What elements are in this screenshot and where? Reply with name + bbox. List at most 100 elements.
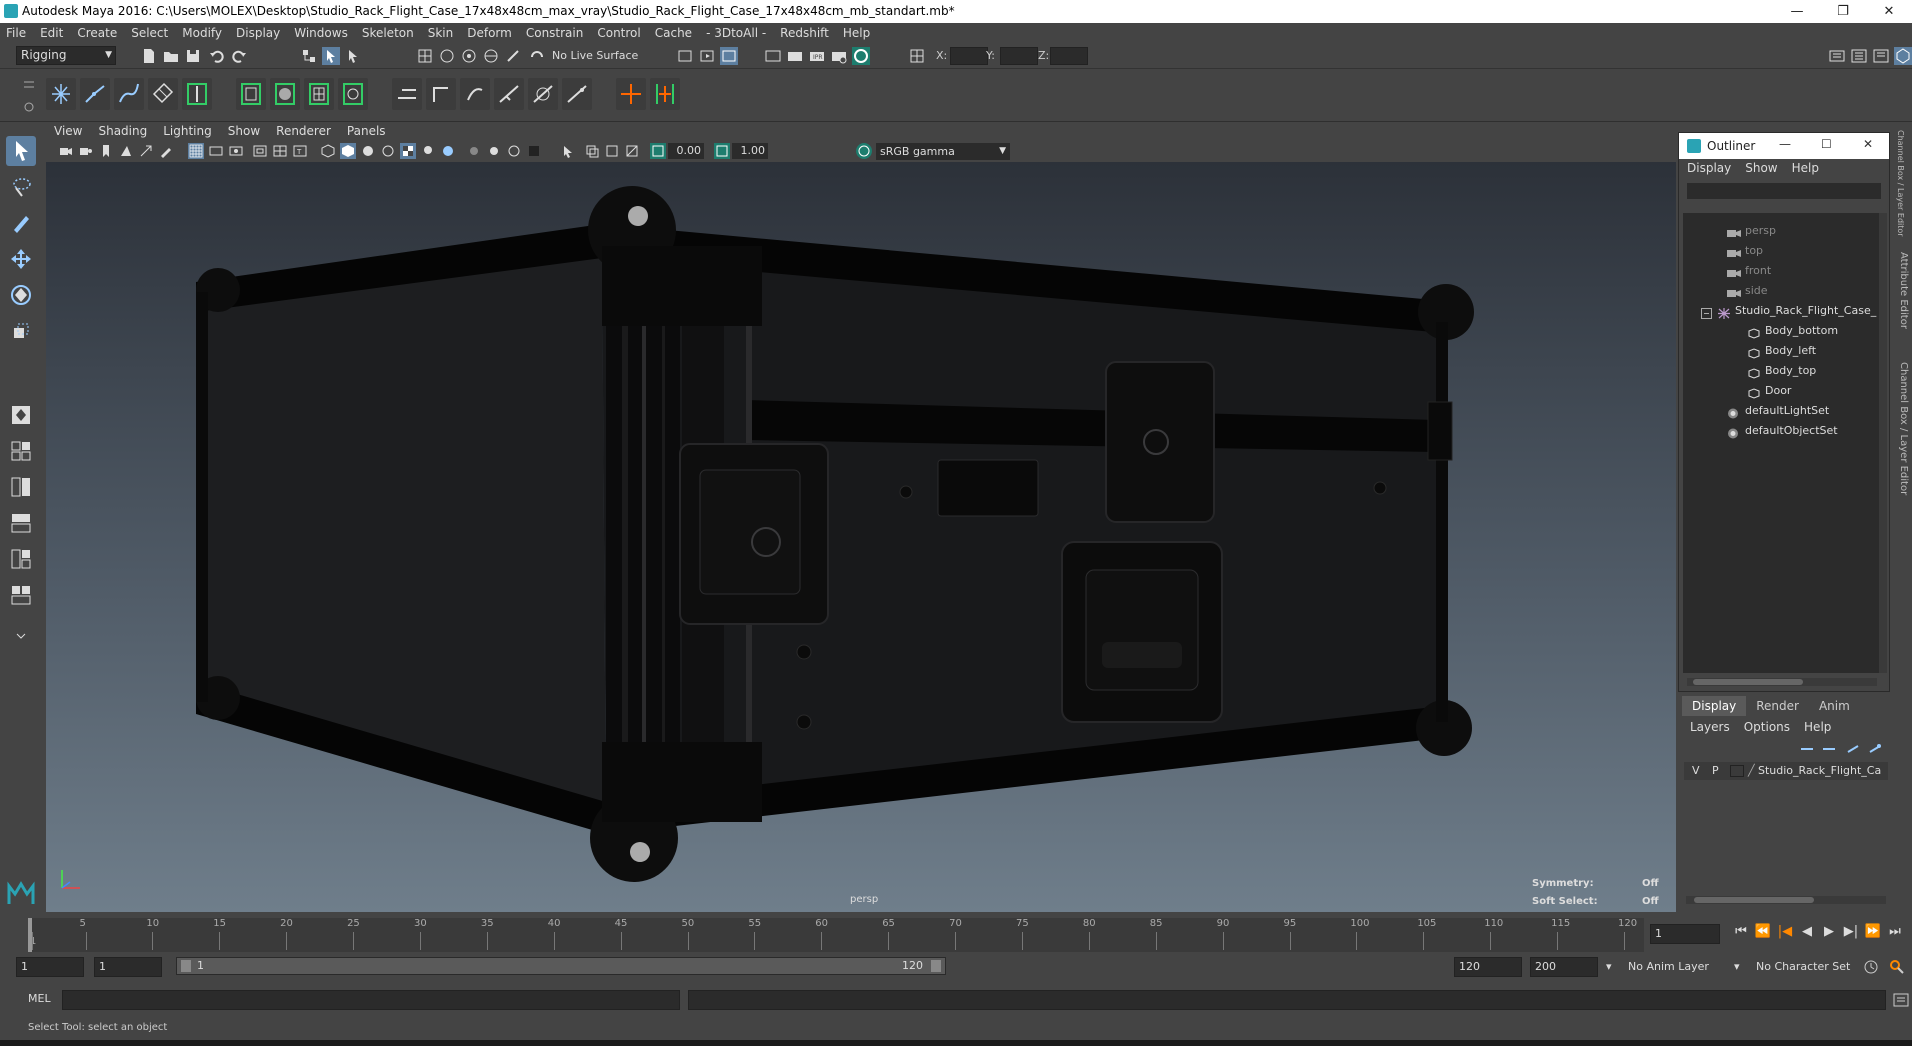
- outliner-search-input[interactable]: [1687, 183, 1881, 199]
- hypershade-layout-button[interactable]: [6, 544, 36, 574]
- channel-box-layer-editor-tab[interactable]: Channel Box / Layer Editor: [1898, 362, 1909, 495]
- pole-vector-button[interactable]: [562, 78, 592, 110]
- motion-blur-icon[interactable]: [486, 143, 502, 159]
- mel-label[interactable]: MEL: [28, 992, 51, 1005]
- snap-live-icon[interactable]: [504, 47, 522, 65]
- outliner-close-icon[interactable]: ✕: [1863, 137, 1873, 151]
- tab-anim-layers[interactable]: Anim: [1809, 696, 1860, 716]
- field-chart-icon[interactable]: [272, 143, 288, 159]
- menu-deform[interactable]: Deform: [467, 26, 512, 40]
- play-backwards-button[interactable]: ◀: [1796, 924, 1818, 939]
- gamma-icon[interactable]: [714, 143, 730, 159]
- layer-menu-layers[interactable]: Layers: [1690, 720, 1730, 734]
- xray-joints-icon[interactable]: [624, 143, 640, 159]
- render-settings-icon[interactable]: [830, 47, 848, 65]
- outliner-menu-display[interactable]: Display: [1687, 161, 1731, 179]
- attribute-editor-toggle-icon[interactable]: [1850, 47, 1868, 65]
- single-perspective-layout-button[interactable]: [6, 400, 36, 430]
- layer-color-swatch[interactable]: [1730, 765, 1744, 777]
- range-start-handle[interactable]: [181, 960, 191, 972]
- maya-home-icon[interactable]: [6, 878, 36, 908]
- default-material-icon[interactable]: [360, 143, 376, 159]
- mel-command-input[interactable]: [62, 990, 680, 1010]
- save-scene-icon[interactable]: [184, 47, 202, 65]
- select-tool-button[interactable]: [6, 136, 36, 166]
- lasso-tool-button[interactable]: [6, 172, 36, 202]
- tool-settings-toggle-icon[interactable]: [1872, 47, 1890, 65]
- new-layer-from-selection-icon[interactable]: [1866, 740, 1882, 756]
- scale-tool-button[interactable]: [6, 316, 36, 346]
- anim-layer-chevron-icon[interactable]: ▾: [1606, 957, 1612, 977]
- gate-mask-icon[interactable]: [252, 143, 268, 159]
- menu-set-select[interactable]: Rigging ▼: [16, 46, 116, 65]
- persp-graph-layout-button[interactable]: [6, 508, 36, 538]
- step-forward-key-button[interactable]: ⏩: [1862, 924, 1884, 939]
- input-ops-icon[interactable]: [676, 47, 694, 65]
- outliner-minimize-icon[interactable]: —: [1779, 137, 1791, 151]
- joint-tool-button[interactable]: [46, 78, 76, 110]
- animation-end-field[interactable]: 200: [1530, 957, 1598, 977]
- step-back-frame-button[interactable]: |◀: [1774, 924, 1796, 939]
- exposure-field[interactable]: 0.00: [668, 143, 704, 159]
- open-scene-icon[interactable]: [162, 47, 180, 65]
- persp-relationship-layout-button[interactable]: [6, 580, 36, 610]
- minimize-button[interactable]: —: [1774, 0, 1820, 23]
- select-component-icon[interactable]: [344, 47, 362, 65]
- parent-constraint-button[interactable]: [392, 78, 422, 110]
- wireframe-on-shaded-icon[interactable]: [380, 143, 396, 159]
- resolution-gate-icon[interactable]: [228, 143, 244, 159]
- screen-space-ao-icon[interactable]: [466, 143, 482, 159]
- move-layer-up-icon[interactable]: [1798, 740, 1814, 756]
- collapse-icon[interactable]: [1701, 306, 1713, 319]
- safe-action-icon[interactable]: T: [292, 143, 308, 159]
- close-button[interactable]: ✕: [1866, 0, 1912, 23]
- menu-select[interactable]: Select: [131, 26, 168, 40]
- output-ops-icon[interactable]: [698, 47, 716, 65]
- outliner-item-body-top[interactable]: Body_top: [1747, 361, 1816, 381]
- outliner-horizontal-scrollbar[interactable]: [1687, 678, 1877, 686]
- layer-menu-options[interactable]: Options: [1744, 720, 1790, 734]
- gamma-field[interactable]: 1.00: [732, 143, 768, 159]
- layer-horizontal-scrollbar[interactable]: [1686, 896, 1886, 904]
- menu-display[interactable]: Display: [236, 26, 280, 40]
- step-forward-frame-button[interactable]: ▶|: [1840, 924, 1862, 939]
- modeling-toolkit-icon[interactable]: [1828, 47, 1846, 65]
- range-end-handle[interactable]: [931, 960, 941, 972]
- outliner-item-body-bottom[interactable]: Body_bottom: [1747, 321, 1838, 341]
- shelf-settings-icon[interactable]: [20, 98, 38, 116]
- bookmarks-icon[interactable]: [98, 143, 114, 159]
- menu-file[interactable]: File: [6, 26, 26, 40]
- exposure-icon[interactable]: [650, 143, 666, 159]
- blend-shape-button[interactable]: [270, 78, 300, 110]
- outliner-vertical-scrollbar[interactable]: [1879, 213, 1887, 673]
- outliner-item-front[interactable]: front: [1727, 261, 1771, 281]
- outliner-menu-show[interactable]: Show: [1745, 161, 1777, 179]
- perspective-viewport[interactable]: persp Symmetry: Off Soft Select: Off: [46, 162, 1676, 912]
- tab-render-layers[interactable]: Render: [1746, 696, 1809, 716]
- animation-preferences-icon[interactable]: [1888, 958, 1906, 976]
- snap-grid-icon[interactable]: [416, 47, 434, 65]
- select-object-icon[interactable]: [322, 47, 340, 65]
- panel-menu-lighting[interactable]: Lighting: [163, 124, 212, 138]
- menu-edit[interactable]: Edit: [40, 26, 63, 40]
- auto-key-icon[interactable]: [1862, 958, 1880, 976]
- menu-windows[interactable]: Windows: [294, 26, 348, 40]
- move-layer-down-icon[interactable]: [1820, 740, 1836, 756]
- anti-aliasing-icon[interactable]: [506, 143, 522, 159]
- menu-skin[interactable]: Skin: [428, 26, 454, 40]
- wireframe-icon[interactable]: [320, 143, 336, 159]
- layer-row[interactable]: V P ╱ Studio_Rack_Flight_Ca: [1684, 762, 1888, 780]
- ik-spline-button[interactable]: [114, 78, 144, 110]
- restore-button[interactable]: ❐: [1820, 0, 1866, 23]
- channel-box-tab[interactable]: Channel Box / Layer Editor: [1896, 130, 1905, 237]
- point-constraint-button[interactable]: [426, 78, 456, 110]
- grid-toggle-icon[interactable]: [188, 143, 204, 159]
- locator-button[interactable]: [616, 78, 646, 110]
- play-forwards-button[interactable]: ▶: [1818, 924, 1840, 939]
- two-d-pan-zoom-icon[interactable]: [138, 143, 154, 159]
- cluster-button[interactable]: [236, 78, 266, 110]
- layer-name[interactable]: Studio_Rack_Flight_Ca: [1758, 762, 1881, 780]
- outliner-item-default-light-set[interactable]: defaultLightSet: [1727, 401, 1829, 421]
- anim-layer-select[interactable]: No Anim Layer: [1628, 957, 1709, 977]
- grease-pencil-icon[interactable]: [158, 143, 174, 159]
